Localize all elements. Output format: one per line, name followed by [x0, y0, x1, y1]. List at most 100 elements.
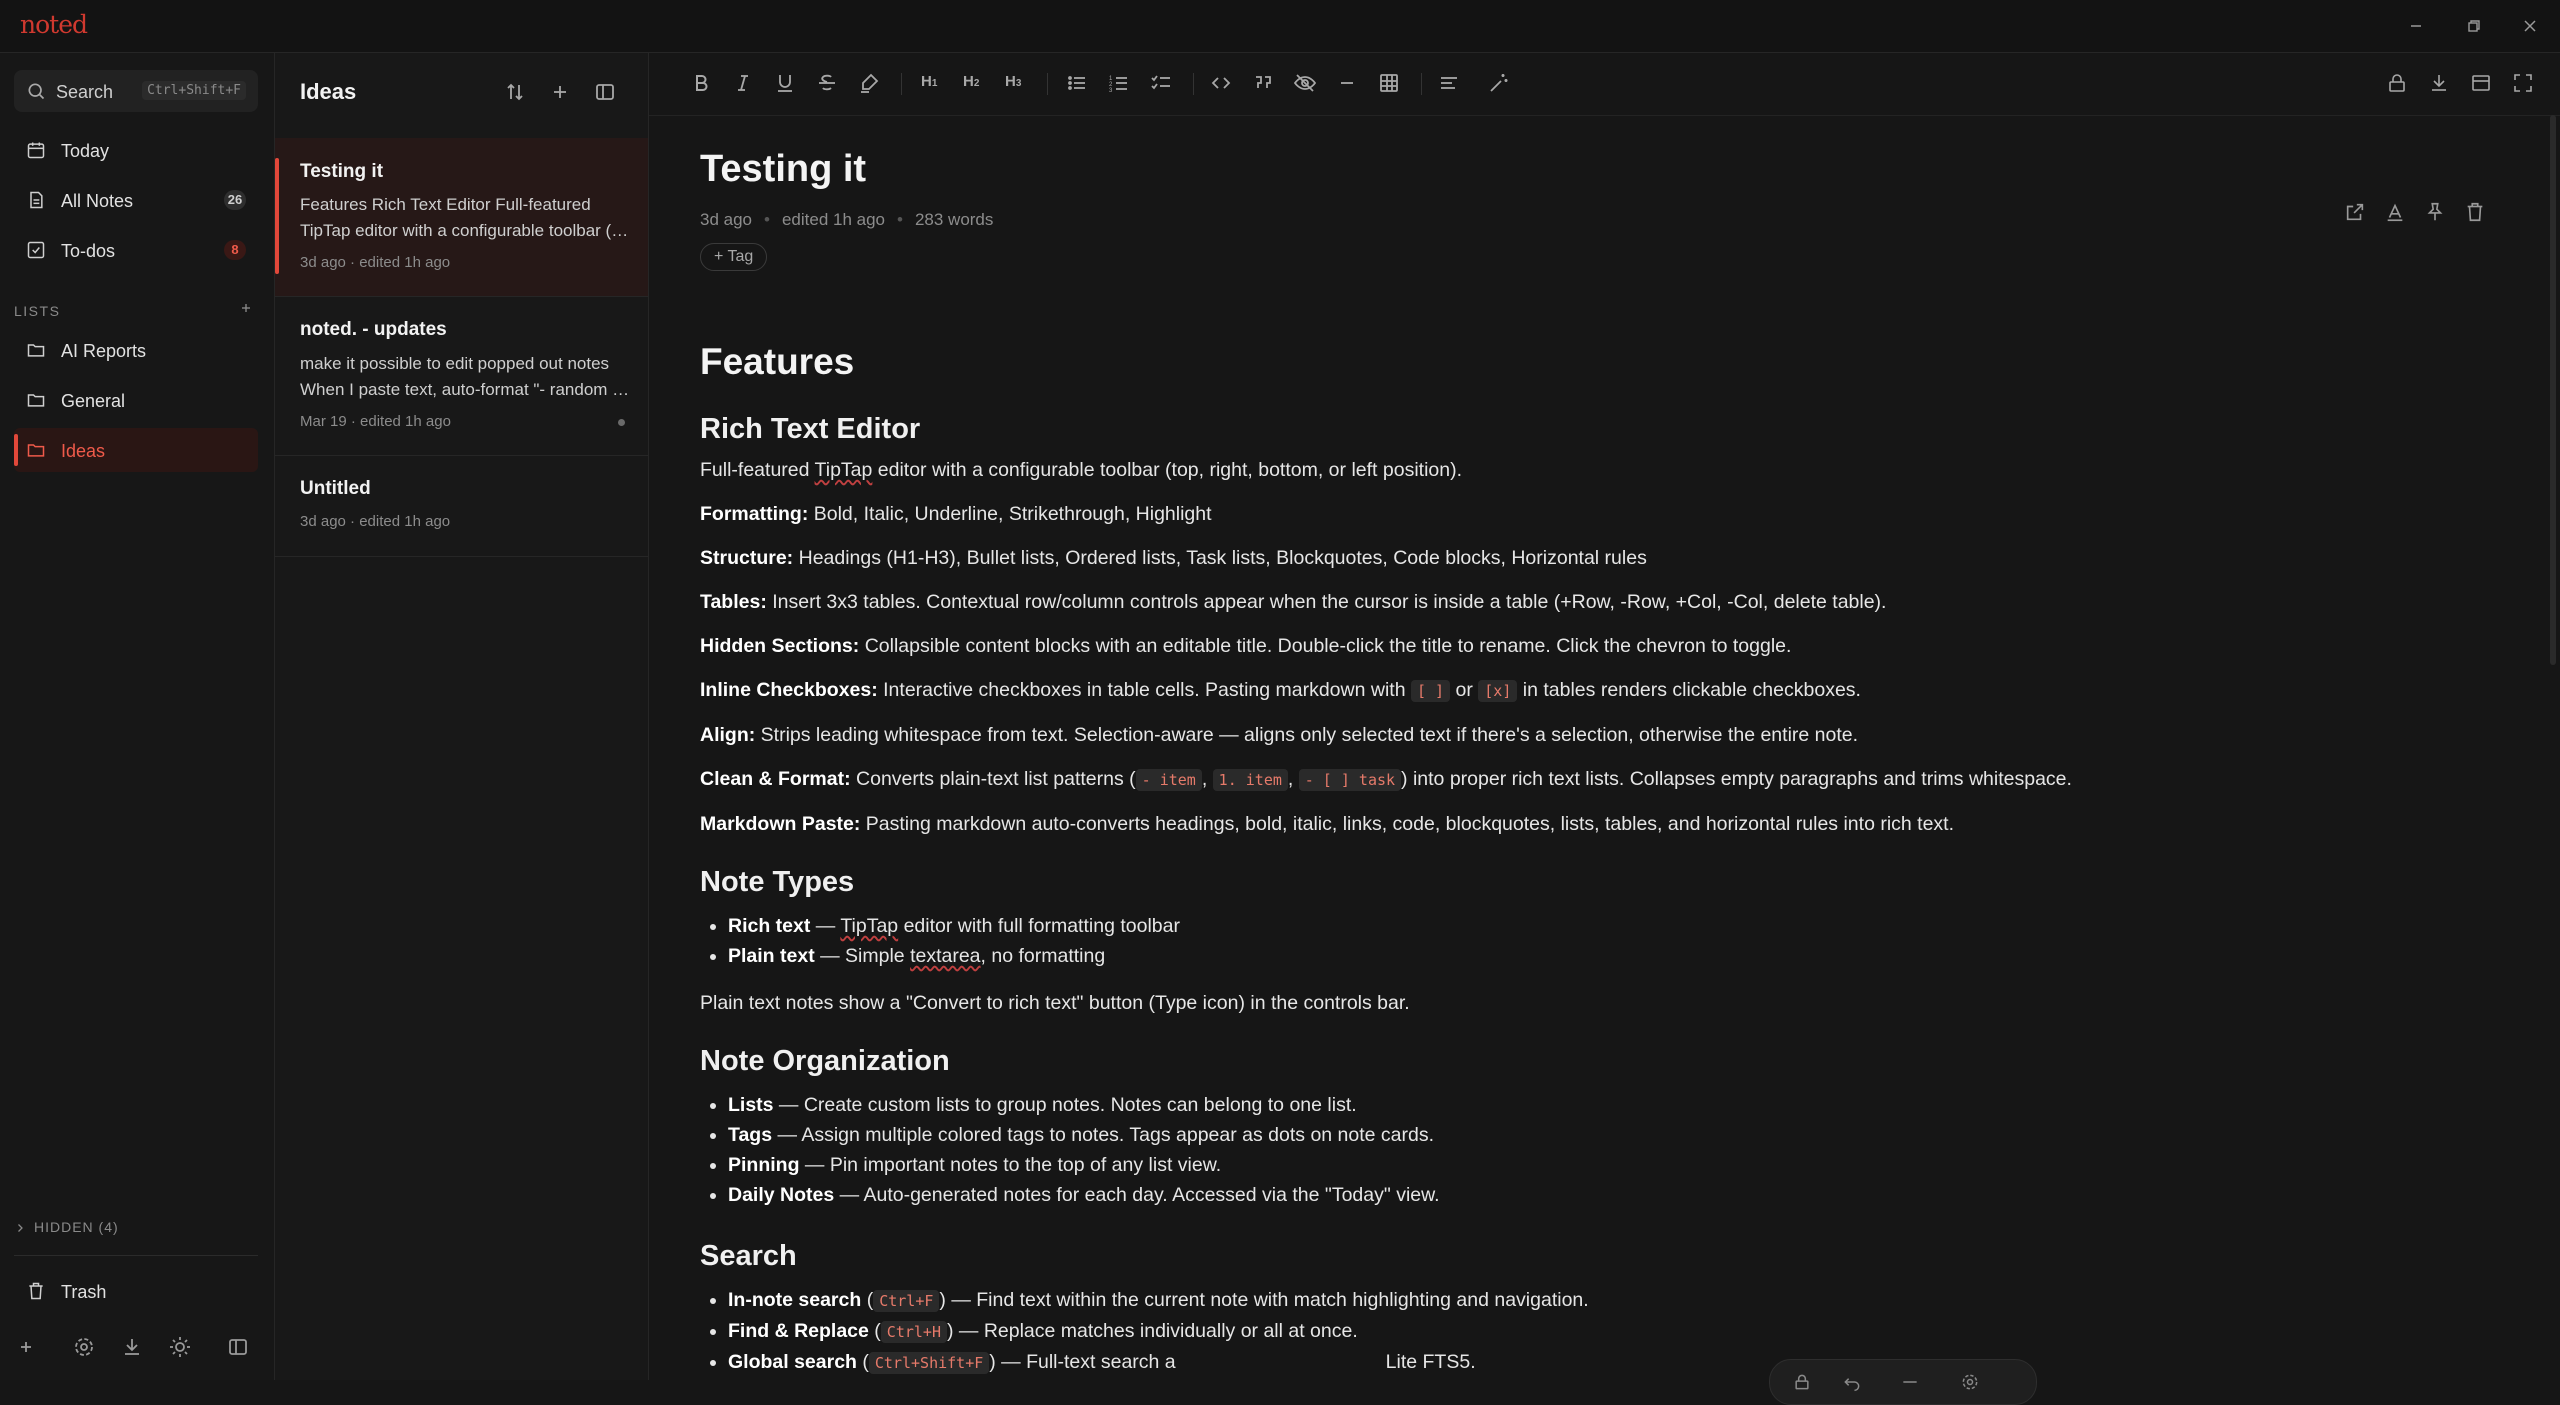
inline-code: Ctrl+F — [873, 1290, 940, 1312]
list-item: Pinning — Pin important notes to the top… — [728, 1150, 2500, 1180]
hidden-lists-toggle[interactable]: HIDDEN (4) — [14, 1219, 119, 1235]
fullscreen-icon[interactable] — [2511, 71, 2535, 95]
menu-icon[interactable] — [1900, 1372, 1920, 1392]
nav-all-notes-label: All Notes — [61, 191, 134, 211]
trash-icon[interactable] — [2464, 201, 2486, 223]
app-logo: noted — [20, 10, 88, 39]
bold-icon[interactable] — [689, 71, 713, 95]
folder-icon — [26, 390, 46, 410]
ordered-list-icon[interactable]: 123 — [1107, 71, 1131, 95]
list-ideas-label: Ideas — [61, 441, 106, 461]
hidden-lists-label: HIDDEN (4) — [34, 1219, 119, 1235]
trash-icon — [26, 1281, 46, 1301]
minimize-icon[interactable] — [2404, 14, 2428, 38]
nav-todos[interactable]: To-dos 8 — [14, 228, 258, 272]
sun-icon[interactable] — [168, 1335, 192, 1359]
nav-today-label: Today — [61, 141, 110, 161]
heading-1-button[interactable]: H1 — [921, 73, 937, 90]
download-icon[interactable] — [120, 1335, 144, 1359]
inline-code: [x] — [1478, 680, 1518, 702]
heading-2-button[interactable]: H2 — [963, 73, 979, 90]
list-general[interactable]: General — [14, 378, 258, 422]
list-title: Ideas — [300, 79, 357, 104]
paragraph: Plain text notes show a "Convert to rich… — [700, 992, 1410, 1014]
search-button[interactable]: Search Ctrl+Shift+F — [14, 70, 258, 112]
layout-icon[interactable] — [2469, 71, 2493, 95]
magic-wand-icon[interactable] — [1487, 71, 1511, 95]
note-card-preview: When I paste text, auto-format "- random… — [300, 380, 630, 399]
list-ideas[interactable]: Ideas — [14, 428, 258, 472]
paragraph: Tables: Insert 3x3 tables. Contextual ro… — [700, 591, 1887, 613]
note-body[interactable]: Features Rich Text Editor Full-featured … — [700, 341, 2500, 1398]
add-icon[interactable] — [14, 1335, 38, 1359]
note-card[interactable]: noted. - updates make it possible to edi… — [275, 297, 648, 456]
download-icon[interactable] — [2427, 71, 2451, 95]
h1-letter: H — [921, 73, 932, 90]
lock-icon[interactable] — [2385, 71, 2409, 95]
italic-icon[interactable] — [731, 71, 755, 95]
restore-icon[interactable] — [2462, 14, 2486, 38]
table-icon[interactable] — [1377, 71, 1401, 95]
quote-icon[interactable] — [1251, 71, 1275, 95]
code-icon[interactable] — [1209, 71, 1233, 95]
nav-all-notes[interactable]: All Notes 26 — [14, 178, 258, 222]
search-label: Search — [56, 82, 114, 102]
inline-code: [ ] — [1410, 680, 1451, 702]
nav-todos-label: To-dos — [61, 241, 116, 261]
note-title[interactable]: Testing it — [700, 148, 2140, 194]
note-card[interactable]: Untitled 3d ago · edited 1h ago — [275, 456, 648, 557]
paragraph: Full-featured TipTap editor with a confi… — [700, 459, 1462, 481]
h2-letter: H — [963, 73, 974, 90]
note-card[interactable]: Testing it Features Rich Text Editor Ful… — [275, 138, 648, 297]
heading-rich-text-editor: Rich Text Editor — [700, 413, 921, 445]
heading-note-organization: Note Organization — [700, 1045, 950, 1077]
h2-level: 2 — [973, 78, 980, 89]
align-left-icon[interactable] — [1437, 71, 1461, 95]
note-card-preview: make it possible to edit popped out note… — [300, 354, 610, 373]
add-list-icon[interactable] — [238, 300, 254, 316]
todos-count-badge: 8 — [224, 240, 246, 260]
text-type-icon[interactable] — [2384, 201, 2406, 223]
close-icon[interactable] — [2518, 14, 2542, 38]
toolbar-separator — [901, 73, 902, 95]
note-card-title: noted. - updates — [300, 319, 447, 340]
pin-icon[interactable] — [2424, 201, 2446, 223]
strikethrough-icon[interactable] — [815, 71, 839, 95]
toolbar-separator — [1047, 73, 1048, 95]
tag-dot — [618, 419, 625, 426]
bullet-list-icon[interactable] — [1065, 71, 1089, 95]
underline-icon[interactable] — [773, 71, 797, 95]
folder-icon — [26, 340, 46, 360]
undo-icon[interactable] — [1842, 1372, 1862, 1392]
scrollbar[interactable] — [2550, 115, 2556, 665]
panel-toggle-icon[interactable] — [593, 80, 617, 104]
gear-icon[interactable] — [1960, 1372, 1980, 1392]
notes-list-panel: Ideas Testing it Features Rich Text Edit… — [275, 53, 649, 1380]
lists-header: LISTS — [14, 303, 61, 319]
eye-off-icon[interactable] — [1293, 71, 1317, 95]
horizontal-rule-icon[interactable] — [1335, 71, 1359, 95]
divider — [14, 1255, 258, 1256]
heading-3-button[interactable]: H3 — [1005, 73, 1021, 90]
pop-out-icon[interactable] — [2344, 201, 2366, 223]
collapse-sidebar-icon[interactable] — [226, 1335, 250, 1359]
highlight-icon[interactable] — [857, 71, 881, 95]
inline-code: Ctrl+H — [880, 1321, 947, 1343]
heading-note-types: Note Types — [700, 866, 855, 898]
inline-code: - item — [1135, 769, 1202, 791]
list-general-label: General — [61, 391, 126, 411]
nav-today[interactable]: Today — [14, 128, 258, 172]
gear-icon[interactable] — [72, 1335, 96, 1359]
paragraph: Structure: Headings (H1-H3), Bullet list… — [700, 547, 1647, 569]
sort-icon[interactable] — [503, 80, 527, 104]
chevron-right-icon — [18, 1224, 23, 1232]
list-ai-reports[interactable]: AI Reports — [14, 328, 258, 372]
add-tag-button[interactable]: + Tag — [700, 243, 768, 271]
search-icon — [26, 81, 46, 101]
list-item: Lists — Create custom lists to group not… — [728, 1090, 2500, 1120]
nav-trash[interactable]: Trash — [14, 1269, 258, 1313]
list-item: Global search (Ctrl+Shift+F) — Full-text… — [728, 1347, 2500, 1378]
new-note-icon[interactable] — [548, 80, 572, 104]
task-list-icon[interactable] — [1149, 71, 1173, 95]
lock-icon[interactable] — [1792, 1372, 1812, 1392]
